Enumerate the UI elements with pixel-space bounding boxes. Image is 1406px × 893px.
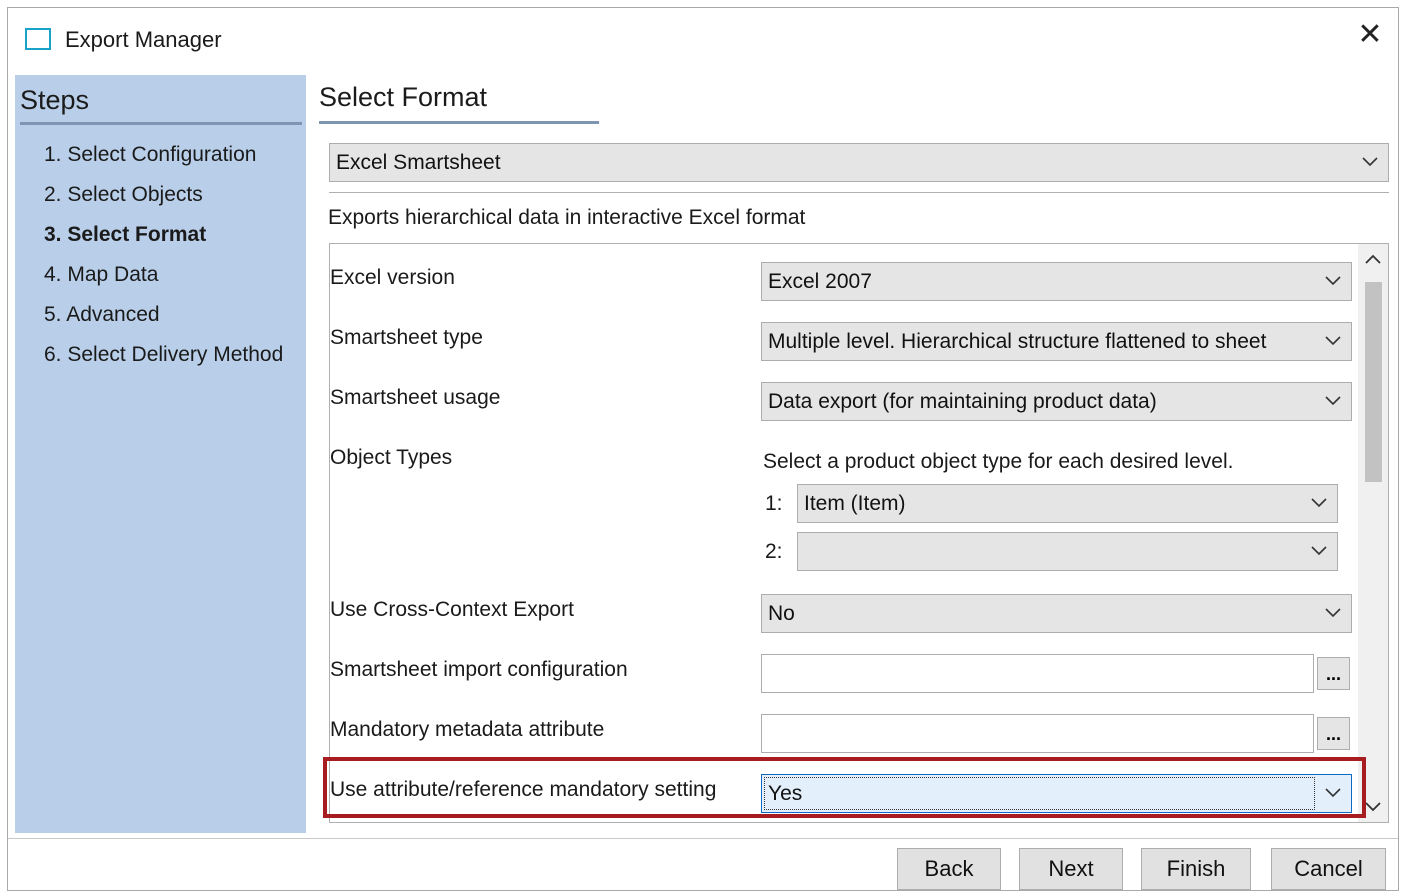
properties-scrollbar[interactable]: [1358, 244, 1388, 822]
step-item-select-configuration: 1. Select Configuration: [44, 143, 257, 166]
excel-version-value: Excel 2007: [768, 270, 872, 293]
object-types-label: Object Types: [330, 446, 453, 469]
excel-version-select[interactable]: Excel 2007: [761, 262, 1352, 301]
title-divider: [319, 121, 599, 124]
app-window-icon: [25, 28, 51, 50]
window-title: Export Manager: [65, 27, 222, 52]
level-1-number: 1:: [765, 492, 783, 515]
page-title: Select Format: [319, 82, 488, 112]
level-2-object-type-select[interactable]: [797, 532, 1338, 571]
mandatory-metadata-browse-button[interactable]: ...: [1317, 717, 1350, 750]
step-item-select-delivery-method: 6. Select Delivery Method: [44, 343, 284, 366]
chevron-down-icon: [1311, 533, 1329, 570]
finish-button[interactable]: Finish: [1141, 848, 1251, 890]
highlight-annotation-box: [323, 757, 1366, 818]
smartsheet-type-select[interactable]: Multiple level. Hierarchical structure f…: [761, 322, 1352, 361]
mandatory-metadata-label: Mandatory metadata attribute: [330, 718, 605, 741]
import-config-label: Smartsheet import configuration: [330, 658, 628, 681]
level-1-object-type-select[interactable]: Item (Item): [797, 484, 1338, 523]
title-bar: Export Manager ✕: [8, 8, 1398, 70]
cross-context-label: Use Cross-Context Export: [330, 598, 574, 621]
steps-list: 1. Select Configuration 2. Select Object…: [44, 143, 283, 383]
next-button[interactable]: Next: [1019, 848, 1123, 890]
step-item-select-format: 3. Select Format: [44, 223, 207, 246]
back-button[interactable]: Back: [897, 848, 1001, 890]
cross-context-value: No: [768, 602, 795, 625]
footer-divider: [8, 838, 1398, 839]
step-item-select-objects: 2. Select Objects: [44, 183, 203, 206]
cross-context-select[interactable]: No: [761, 594, 1352, 633]
mandatory-metadata-input[interactable]: [761, 714, 1314, 753]
import-config-input[interactable]: [761, 654, 1314, 693]
smartsheet-usage-select[interactable]: Data export (for maintaining product dat…: [761, 382, 1352, 421]
smartsheet-type-label: Smartsheet type: [330, 326, 483, 349]
format-properties-panel: Excel version Excel 2007 Smartsheet type…: [329, 243, 1389, 823]
steps-header: Steps: [20, 85, 90, 115]
smartsheet-usage-label: Smartsheet usage: [330, 386, 501, 409]
chevron-up-icon[interactable]: [1358, 244, 1388, 274]
export-manager-window: Export Manager ✕ Steps 1. Select Configu…: [7, 7, 1399, 891]
step-item-advanced: 5. Advanced: [44, 303, 160, 326]
object-types-hint: Select a product object type for each de…: [763, 450, 1234, 473]
steps-divider: [20, 122, 302, 125]
scrollbar-thumb[interactable]: [1365, 282, 1382, 482]
chevron-down-icon: [1325, 595, 1343, 632]
format-divider: [329, 192, 1389, 193]
cancel-button[interactable]: Cancel: [1271, 848, 1386, 890]
format-select[interactable]: Excel Smartsheet: [329, 143, 1389, 182]
excel-version-label: Excel version: [330, 266, 455, 289]
chevron-down-icon: [1325, 383, 1343, 420]
step-item-map-data: 4. Map Data: [44, 263, 159, 286]
smartsheet-type-value: Multiple level. Hierarchical structure f…: [768, 330, 1267, 353]
steps-panel: Steps 1. Select Configuration 2. Select …: [15, 75, 306, 833]
chevron-down-icon: [1325, 323, 1343, 360]
chevron-down-icon: [1311, 485, 1329, 522]
level-1-object-type-value: Item (Item): [804, 492, 906, 515]
format-select-value: Excel Smartsheet: [336, 151, 501, 174]
close-icon[interactable]: ✕: [1356, 20, 1384, 50]
smartsheet-usage-value: Data export (for maintaining product dat…: [768, 390, 1157, 413]
chevron-down-icon: [1362, 144, 1380, 181]
chevron-down-icon: [1325, 263, 1343, 300]
import-config-browse-button[interactable]: ...: [1317, 657, 1350, 690]
format-description: Exports hierarchical data in interactive…: [328, 206, 806, 229]
level-2-number: 2:: [765, 540, 783, 563]
